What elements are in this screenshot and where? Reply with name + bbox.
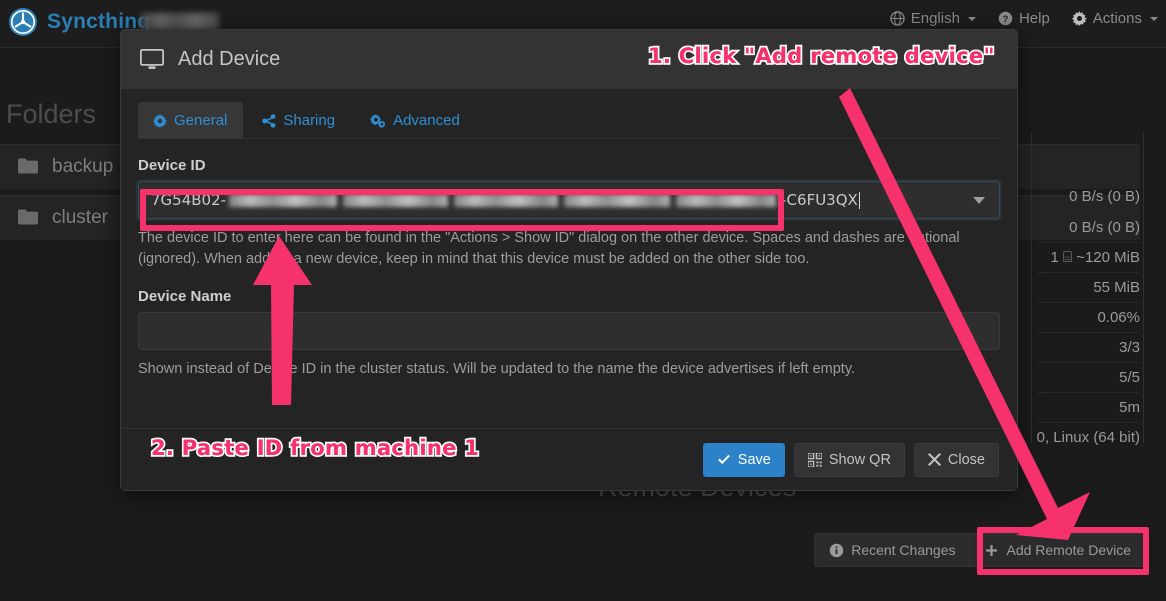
modal-title: Add Device (178, 47, 281, 70)
show-qr-button[interactable]: Show QR (793, 442, 905, 477)
redacted-device-name (141, 13, 219, 30)
syncthing-logo-icon (9, 8, 37, 36)
add-device-modal: Add Device General Sharing Advanced Devi… (120, 29, 1018, 491)
stat-listeners: 3/3 (1036, 332, 1140, 362)
globe-icon (890, 11, 905, 26)
stat-ram-usage: 55 MiB (1036, 272, 1140, 302)
text-cursor (858, 191, 860, 209)
device-name-input[interactable] (138, 312, 1000, 350)
stat-local-state: 1 ⌸ ~120 MiB (1036, 242, 1140, 272)
stat-download-rate: 0 B/s (0 B) (1069, 188, 1140, 205)
close-icon (927, 453, 941, 466)
nav-item-actions-label: Actions (1092, 10, 1142, 27)
tab-advanced[interactable]: Advanced (355, 102, 476, 138)
stat-uptime: 5m (1036, 392, 1140, 422)
info-circle-icon (829, 543, 844, 557)
stat-upload-rate: 0 B/s (0 B) (1036, 212, 1140, 242)
device-name-help: Shown instead of Device ID in the cluste… (138, 361, 856, 377)
column-divider (1031, 133, 1032, 443)
folder-icon (18, 158, 38, 174)
tab-sharing-label: Sharing (283, 112, 336, 129)
question-circle-icon: ? (998, 11, 1013, 26)
close-label: Close (947, 451, 985, 468)
annotation-step-2: 2. Paste ID from machine 1 (151, 436, 480, 460)
stat-version: 0, Linux (64 bit) (1036, 422, 1140, 452)
chevron-down-icon (1150, 16, 1158, 21)
folder-icon (18, 209, 38, 225)
show-qr-label: Show QR (828, 451, 891, 468)
tab-advanced-label: Advanced (393, 112, 460, 129)
folders-heading: Folders (6, 99, 97, 129)
folder-name: cluster (52, 207, 108, 228)
check-icon (717, 454, 730, 464)
recent-changes-label: Recent Changes (851, 542, 956, 558)
gear-icon (1071, 11, 1087, 26)
nav-item-actions[interactable]: Actions (1071, 10, 1158, 27)
nav-item-help[interactable]: ? Help (998, 10, 1050, 27)
chevron-down-icon[interactable] (973, 197, 985, 204)
stat-discovery: 5/5 (1036, 362, 1140, 392)
desktop-icon (140, 48, 164, 69)
gear-icon (153, 113, 167, 128)
stat-cpu-usage: 0.06% (1036, 302, 1140, 332)
folder-name: backup (52, 156, 114, 177)
navbar-right: English ? Help Actions (890, 10, 1158, 27)
save-label: Save (737, 451, 771, 468)
status-stats: 0 B/s (0 B) 0 B/s (0 B) 1 ⌸ ~120 MiB 55 … (1036, 182, 1140, 452)
app-root: Folders backup cluster 0 B/s (0 B) 0 B/s… (0, 0, 1166, 601)
tab-general-label: General (174, 112, 228, 129)
device-id-help: The device ID to enter here can be found… (138, 230, 960, 267)
tab-sharing[interactable]: Sharing (247, 102, 351, 138)
device-id-input-highlight (140, 189, 784, 231)
add-remote-device-highlight (977, 527, 1149, 575)
tab-general[interactable]: General (138, 102, 244, 138)
annotation-step-1: 1. Click "Add remote device" (648, 44, 995, 68)
device-id-suffix: –C6FU3QX (779, 191, 858, 209)
qrcode-icon (807, 452, 822, 467)
close-button[interactable]: Close (913, 442, 999, 477)
nav-item-language-label: English (910, 10, 960, 27)
column-divider (1143, 133, 1144, 443)
save-button[interactable]: Save (702, 442, 785, 477)
device-id-label: Device ID (138, 157, 206, 174)
device-name-label: Device Name (138, 288, 232, 305)
recent-changes-button[interactable]: Recent Changes (814, 533, 971, 567)
chevron-down-icon (967, 16, 976, 21)
modal-tabs: General Sharing Advanced (138, 89, 1000, 139)
nav-item-language[interactable]: English (890, 10, 976, 27)
svg-text:?: ? (1003, 14, 1009, 24)
sliders-icon (370, 113, 386, 128)
modal-body: General Sharing Advanced Device ID 7G54B… (121, 89, 1017, 380)
share-icon (262, 113, 276, 128)
nav-item-help-label: Help (1018, 10, 1050, 27)
